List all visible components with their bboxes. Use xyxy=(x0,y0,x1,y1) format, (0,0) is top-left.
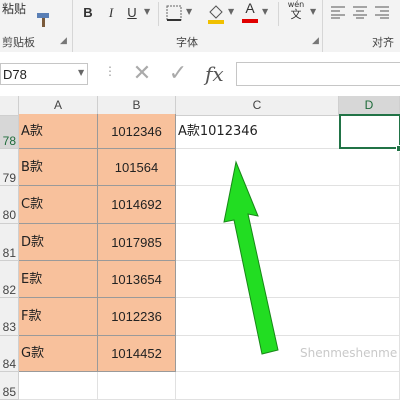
watermark: Shenmeshenme xyxy=(300,346,398,360)
annotation-arrow-icon xyxy=(223,160,279,355)
